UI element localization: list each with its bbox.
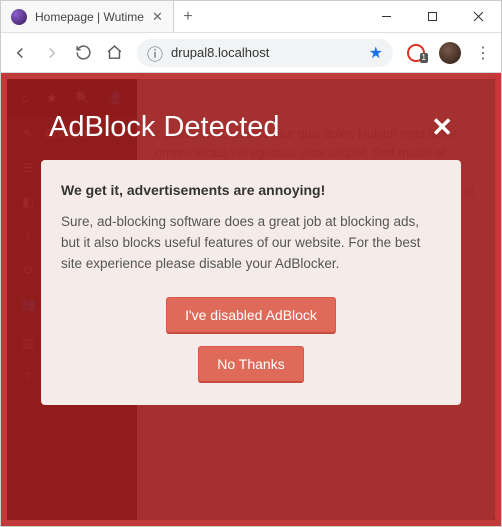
browser-titlebar: Homepage | Wutime ✕ + bbox=[1, 1, 501, 33]
close-tab-icon[interactable]: ✕ bbox=[152, 9, 163, 25]
modal-header: AdBlock Detected ✕ bbox=[41, 105, 461, 160]
bookmark-star-icon[interactable]: ★ bbox=[369, 43, 383, 63]
browser-tab[interactable]: Homepage | Wutime ✕ bbox=[1, 1, 174, 32]
maximize-button[interactable] bbox=[409, 1, 455, 33]
extension-badge: 1 bbox=[420, 53, 428, 63]
modal-title: AdBlock Detected bbox=[49, 111, 280, 144]
address-bar[interactable]: ⓘ ★ bbox=[137, 39, 393, 67]
tab-title: Homepage | Wutime bbox=[35, 10, 144, 24]
back-button[interactable] bbox=[11, 44, 29, 62]
adblock-modal: AdBlock Detected ✕ We get it, advertisem… bbox=[41, 105, 461, 405]
no-thanks-button[interactable]: No Thanks bbox=[198, 346, 303, 383]
close-icon[interactable]: ✕ bbox=[431, 112, 453, 143]
modal-overlay[interactable]: AdBlock Detected ✕ We get it, advertisem… bbox=[7, 79, 495, 520]
site-info-icon[interactable]: ⓘ bbox=[147, 41, 163, 65]
modal-actions: I've disabled AdBlock No Thanks bbox=[61, 297, 441, 383]
minimize-button[interactable] bbox=[363, 1, 409, 33]
favicon-icon bbox=[11, 9, 27, 25]
close-window-button[interactable] bbox=[455, 1, 501, 33]
modal-text: Sure, ad-blocking software does a great … bbox=[61, 212, 441, 275]
new-tab-button[interactable]: + bbox=[174, 8, 202, 26]
url-input[interactable] bbox=[171, 45, 361, 60]
page-viewport: ⌂ ★ 🔍 👤 ✎Content ☰Structure ◧Appearance … bbox=[1, 73, 501, 526]
home-button[interactable] bbox=[106, 44, 123, 61]
modal-heading: We get it, advertisements are annoying! bbox=[61, 182, 441, 198]
disabled-adblock-button[interactable]: I've disabled AdBlock bbox=[166, 297, 336, 334]
kebab-menu-icon[interactable]: ⋮ bbox=[475, 43, 491, 63]
modal-body: We get it, advertisements are annoying! … bbox=[41, 160, 461, 405]
extension-icon[interactable]: 1 bbox=[407, 44, 425, 62]
reload-button[interactable] bbox=[75, 44, 92, 61]
browser-toolbar: ⓘ ★ 1 ⋮ bbox=[1, 33, 501, 73]
forward-button[interactable] bbox=[43, 44, 61, 62]
profile-avatar[interactable] bbox=[439, 42, 461, 64]
window-buttons bbox=[363, 1, 501, 33]
